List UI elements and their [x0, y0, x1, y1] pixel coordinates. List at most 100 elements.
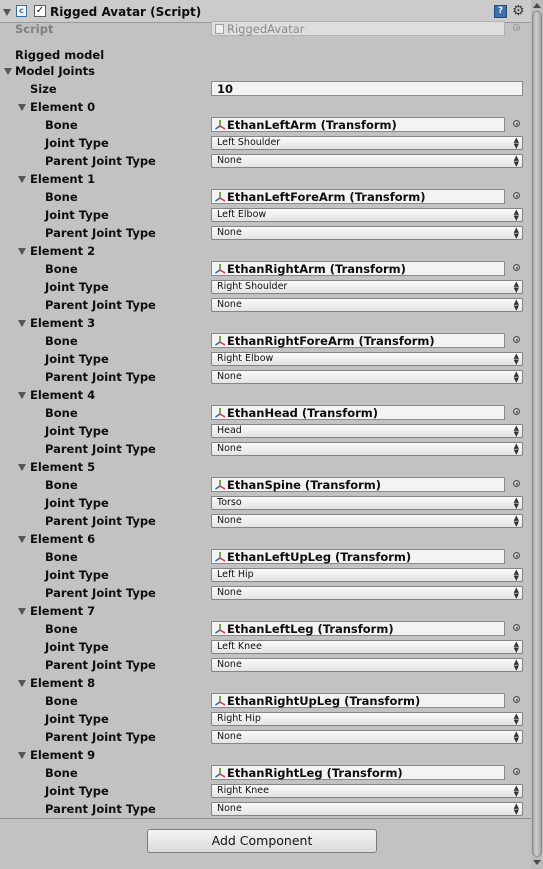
- help-icon[interactable]: ?: [494, 5, 507, 18]
- gear-icon[interactable]: ⚙: [512, 3, 525, 19]
- joint-type-label: Joint Type: [45, 352, 109, 366]
- model-joints-label[interactable]: Model Joints: [15, 64, 95, 78]
- vertical-scrollbar[interactable]: [531, 0, 543, 869]
- element-header[interactable]: Element 3: [0, 314, 531, 332]
- parent-joint-type-dropdown[interactable]: None ▲ ▼: [211, 730, 523, 744]
- object-picker-icon[interactable]: [513, 768, 520, 775]
- element-label[interactable]: Element 0: [30, 100, 95, 114]
- object-picker-icon[interactable]: [513, 120, 520, 127]
- element-foldout-icon[interactable]: [18, 248, 26, 255]
- element-label[interactable]: Element 7: [30, 604, 95, 618]
- joint-type-dropdown[interactable]: Right Knee ▲ ▼: [211, 784, 523, 798]
- enable-checkbox[interactable]: ✓: [34, 5, 46, 17]
- parent-joint-type-dropdown[interactable]: None ▲ ▼: [211, 658, 523, 672]
- element-label[interactable]: Element 4: [30, 388, 95, 402]
- element-foldout-icon[interactable]: [18, 536, 26, 543]
- element-header[interactable]: Element 6: [0, 530, 531, 548]
- joint-type-dropdown[interactable]: Torso ▲ ▼: [211, 496, 523, 510]
- element-label[interactable]: Element 6: [30, 532, 95, 546]
- bone-field[interactable]: EthanLeftUpLeg (Transform): [211, 549, 505, 564]
- joint-type-dropdown[interactable]: Head ▲ ▼: [211, 424, 523, 438]
- popup-arrows-icon: ▲ ▼: [513, 712, 519, 726]
- object-picker-icon[interactable]: [513, 696, 520, 703]
- scroll-down-icon[interactable]: [533, 860, 541, 865]
- bone-label: Bone: [45, 766, 78, 780]
- element-foldout-icon[interactable]: [18, 464, 26, 471]
- bone-field[interactable]: EthanSpine (Transform): [211, 477, 505, 492]
- element-header[interactable]: Element 7: [0, 602, 531, 620]
- element-label[interactable]: Element 8: [30, 676, 95, 690]
- bone-row: Bone EthanRightForeArm (Transform): [0, 332, 531, 350]
- model-joints-foldout-icon[interactable]: [4, 68, 12, 75]
- bone-field[interactable]: EthanRightArm (Transform): [211, 261, 505, 276]
- element-foldout-icon[interactable]: [18, 392, 26, 399]
- object-picker-icon[interactable]: [513, 552, 520, 559]
- element-label[interactable]: Element 9: [30, 748, 95, 762]
- bone-field[interactable]: EthanLeftForeArm (Transform): [211, 189, 505, 204]
- parent-joint-type-dropdown[interactable]: None ▲ ▼: [211, 298, 523, 312]
- object-picker-icon[interactable]: [513, 336, 520, 343]
- bone-field[interactable]: EthanRightForeArm (Transform): [211, 333, 505, 348]
- joint-type-dropdown[interactable]: Left Knee ▲ ▼: [211, 640, 523, 654]
- joint-type-dropdown[interactable]: Right Shoulder ▲ ▼: [211, 280, 523, 294]
- bone-field[interactable]: EthanLeftArm (Transform): [211, 117, 505, 132]
- parent-joint-type-dropdown[interactable]: None ▲ ▼: [211, 442, 523, 456]
- joint-type-dropdown[interactable]: Right Hip ▲ ▼: [211, 712, 523, 726]
- bone-value: EthanLeftArm (Transform): [227, 118, 397, 132]
- element-header[interactable]: Element 8: [0, 674, 531, 692]
- bone-field[interactable]: EthanLeftLeg (Transform): [211, 621, 505, 636]
- joint-type-row: Joint Type Head ▲ ▼: [0, 422, 531, 440]
- element-header[interactable]: Element 9: [0, 746, 531, 764]
- element-foldout-icon[interactable]: [18, 752, 26, 759]
- element-foldout-icon[interactable]: [18, 320, 26, 327]
- bone-label: Bone: [45, 334, 78, 348]
- parent-joint-type-dropdown[interactable]: None ▲ ▼: [211, 370, 523, 384]
- parent-joint-type-value: None: [217, 155, 242, 166]
- scroll-up-icon[interactable]: [533, 3, 541, 8]
- bone-field[interactable]: EthanRightUpLeg (Transform): [211, 693, 505, 708]
- joint-type-dropdown[interactable]: Left Elbow ▲ ▼: [211, 208, 523, 222]
- parent-joint-type-dropdown[interactable]: None ▲ ▼: [211, 226, 523, 240]
- joint-type-dropdown[interactable]: Right Elbow ▲ ▼: [211, 352, 523, 366]
- joint-type-dropdown[interactable]: Left Hip ▲ ▼: [211, 568, 523, 582]
- component-foldout-icon[interactable]: [3, 9, 11, 16]
- bone-field[interactable]: EthanRightLeg (Transform): [211, 765, 505, 780]
- element-foldout-icon[interactable]: [18, 104, 26, 111]
- object-picker-icon[interactable]: [513, 264, 520, 271]
- element-foldout-icon[interactable]: [18, 608, 26, 615]
- bone-value: EthanRightForeArm (Transform): [227, 334, 435, 348]
- element-header[interactable]: Element 4: [0, 386, 531, 404]
- element-header[interactable]: Element 5: [0, 458, 531, 476]
- parent-joint-type-value: None: [217, 371, 242, 382]
- parent-joint-type-dropdown[interactable]: None ▲ ▼: [211, 802, 523, 816]
- parent-joint-type-dropdown[interactable]: None ▲ ▼: [211, 154, 523, 168]
- object-picker-icon[interactable]: [513, 408, 520, 415]
- parent-joint-type-value: None: [217, 731, 242, 742]
- bone-field[interactable]: EthanHead (Transform): [211, 405, 505, 420]
- element-header[interactable]: Element 1: [0, 170, 531, 188]
- joint-type-row: Joint Type Right Elbow ▲ ▼: [0, 350, 531, 368]
- element-label[interactable]: Element 1: [30, 172, 95, 186]
- element-foldout-icon[interactable]: [18, 680, 26, 687]
- object-picker-icon[interactable]: [513, 480, 520, 487]
- parent-joint-type-dropdown[interactable]: None ▲ ▼: [211, 586, 523, 600]
- scroll-thumb[interactable]: [532, 11, 542, 857]
- parent-joint-type-dropdown[interactable]: None ▲ ▼: [211, 514, 523, 528]
- joint-type-dropdown[interactable]: Left Shoulder ▲ ▼: [211, 136, 523, 150]
- object-picker-icon[interactable]: [513, 624, 520, 631]
- element-header[interactable]: Element 0: [0, 98, 531, 116]
- element-label[interactable]: Element 5: [30, 460, 95, 474]
- model-joints-row[interactable]: Model Joints: [0, 62, 531, 80]
- element-label[interactable]: Element 2: [30, 244, 95, 258]
- parent-joint-type-value: None: [217, 299, 242, 310]
- bone-value: EthanLeftForeArm (Transform): [227, 190, 426, 204]
- object-picker-icon[interactable]: [513, 192, 520, 199]
- element-header[interactable]: Element 2: [0, 242, 531, 260]
- component-title: Rigged Avatar (Script): [50, 5, 202, 19]
- element-foldout-icon[interactable]: [18, 176, 26, 183]
- element-label[interactable]: Element 3: [30, 316, 95, 330]
- joint-type-label: Joint Type: [45, 136, 109, 150]
- size-field[interactable]: 10: [211, 81, 523, 96]
- parent-joint-type-label: Parent Joint Type: [45, 658, 156, 672]
- add-component-button[interactable]: Add Component: [147, 829, 377, 853]
